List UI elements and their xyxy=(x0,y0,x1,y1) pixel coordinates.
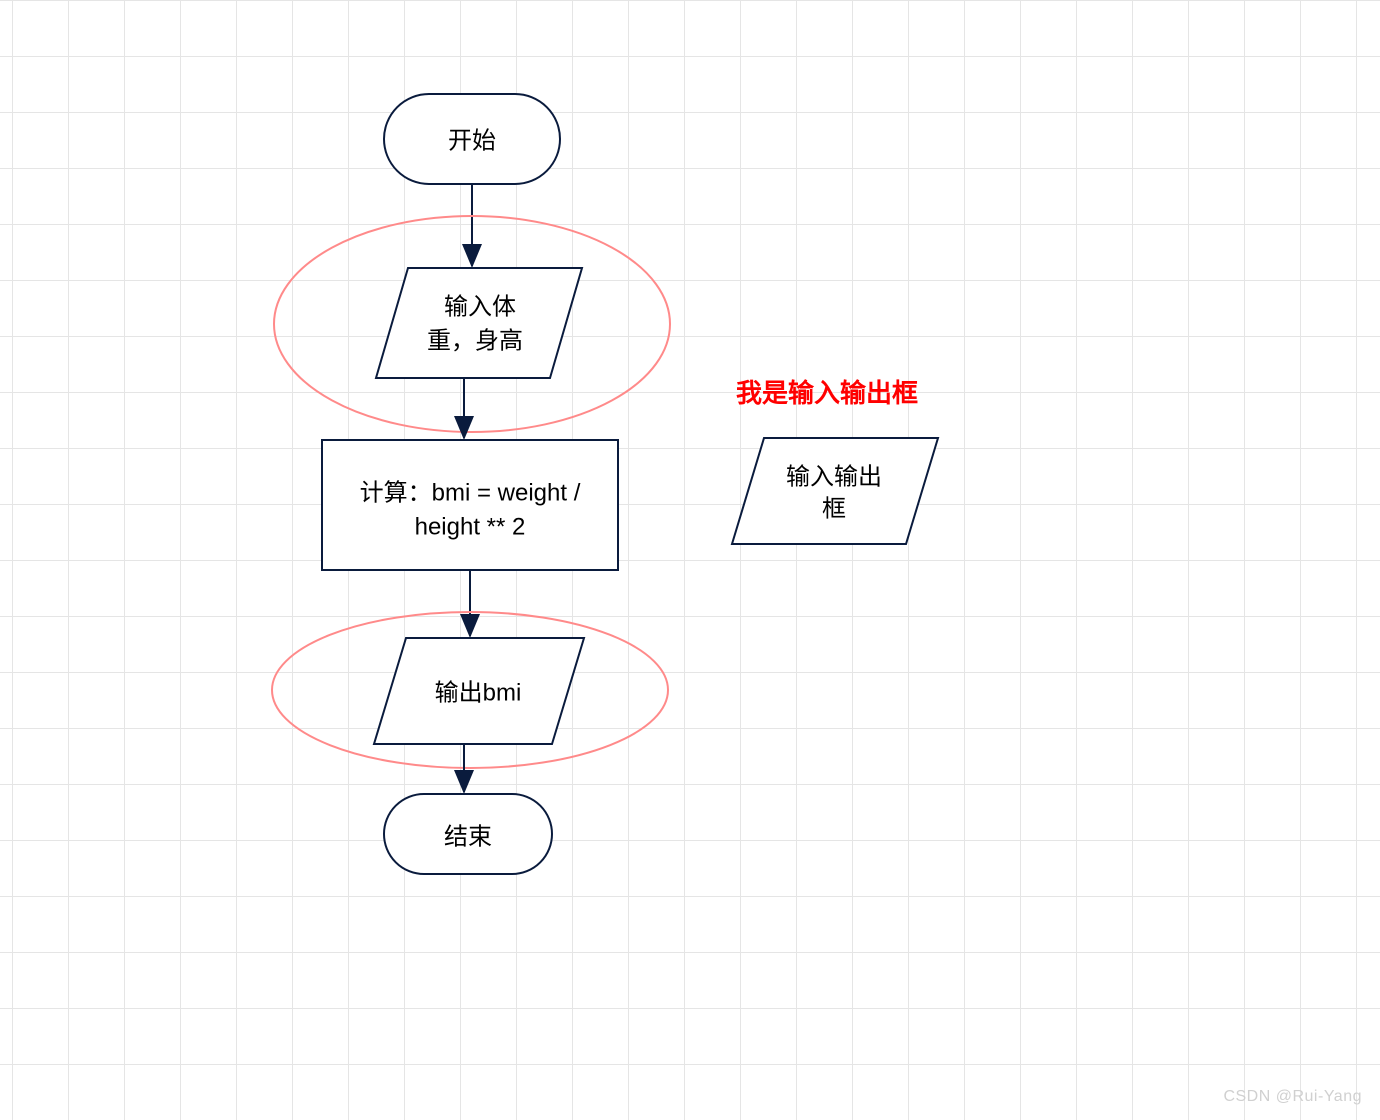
legend-label: 我是输入输出框 xyxy=(736,378,918,408)
process-node: 计算：bmi = weight / height ** 2 xyxy=(322,440,618,570)
end-label: 结束 xyxy=(444,823,492,850)
output-node: 输出bmi xyxy=(374,638,584,744)
legend-box-line2: 框 xyxy=(822,495,846,522)
legend-io-box: 输入输出 框 xyxy=(732,438,938,544)
output-label: 输出bmi xyxy=(435,679,522,706)
process-line2: height ** 2 xyxy=(415,513,526,540)
process-line1: 计算：bmi = weight / xyxy=(360,479,581,506)
start-node: 开始 xyxy=(384,94,560,184)
start-label: 开始 xyxy=(448,127,496,154)
end-node: 结束 xyxy=(384,794,552,874)
input-line2: 重，身高 xyxy=(427,327,523,354)
legend-box-line1: 输入输出 xyxy=(786,463,882,490)
diagram-canvas: 开始 输入体 重，身高 计算：bmi = weight / height ** … xyxy=(0,0,1380,1120)
watermark: CSDN @Rui-Yang xyxy=(1223,1088,1362,1106)
input-line1: 输入体 xyxy=(444,293,516,320)
input-node: 输入体 重，身高 xyxy=(376,268,582,378)
